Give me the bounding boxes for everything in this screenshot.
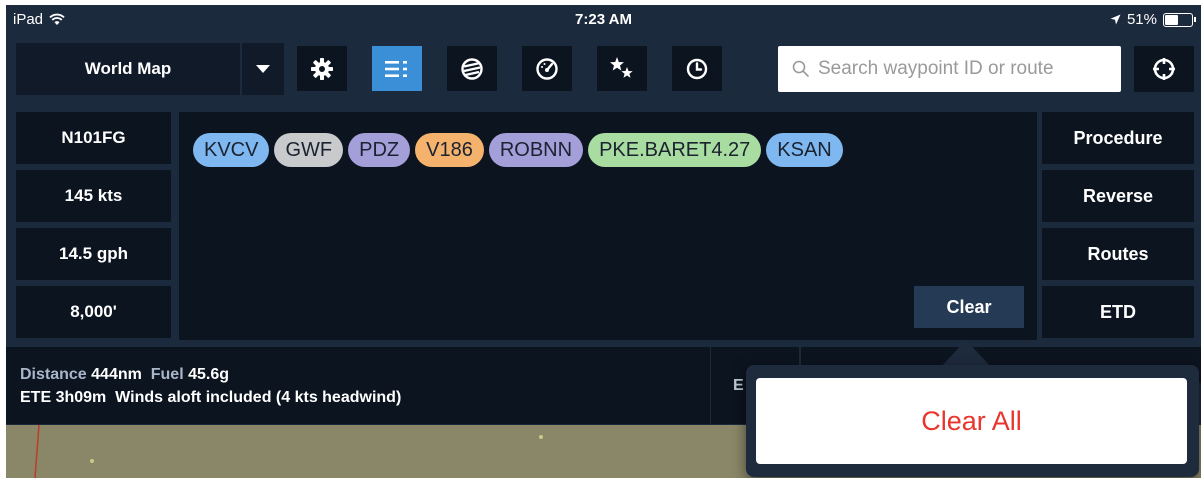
map-mode-dropdown-button[interactable] — [242, 43, 284, 95]
status-time: 7:23 AM — [575, 11, 632, 28]
app-window: iPad 7:23 AM 51% World Map Search waypoi… — [6, 5, 1201, 478]
map-mode-selector[interactable]: World Map — [16, 43, 240, 95]
waypoint-chip[interactable]: PKE.BARET4.27 — [588, 133, 762, 167]
gauge-icon — [536, 57, 558, 80]
etd-button[interactable]: ETD — [1042, 286, 1194, 338]
waypoint-chip[interactable]: PDZ — [348, 133, 411, 167]
altitude: 8,000' — [70, 302, 117, 321]
clear-all-label: Clear All — [921, 405, 1022, 436]
waypoint-list: KVCV GWF PDZ V186 ROBNN PKE.BARET4.27 KS… — [193, 133, 843, 167]
waypoint-chip[interactable]: V186 — [415, 133, 484, 167]
stars-icon — [610, 56, 633, 78]
partial-button-label: E — [733, 377, 744, 394]
popover-arrow — [940, 340, 992, 368]
clear-all-button[interactable]: Clear All — [756, 378, 1187, 464]
crosshair-icon — [1153, 58, 1175, 80]
toolbar: World Map — [6, 43, 1201, 95]
fuel-burn: 14.5 gph — [59, 244, 128, 263]
etd-button-label: ETD — [1100, 301, 1136, 322]
route-editor[interactable]: KVCV GWF PDZ V186 ROBNN PKE.BARET4.27 KS… — [179, 112, 1037, 340]
timer-button[interactable] — [672, 46, 722, 91]
instruments-button[interactable] — [522, 46, 572, 91]
globe-icon — [461, 57, 483, 80]
battery-percent: 51% — [1126, 11, 1157, 28]
routes-button[interactable]: Routes — [1042, 228, 1194, 280]
reverse-button-label: Reverse — [1082, 185, 1154, 206]
ete-label: ETE — [20, 389, 52, 406]
caret-down-icon — [256, 65, 270, 73]
cruise-speed: 145 kts — [64, 186, 123, 205]
clear-button-label: Clear — [946, 296, 992, 317]
routes-button-label: Routes — [1087, 243, 1149, 264]
waypoint-chip[interactable]: KSAN — [766, 133, 843, 167]
battery-fill — [1165, 14, 1178, 25]
summary-line-2: ETE 3h09m Winds aloft included (4 kts he… — [20, 386, 710, 409]
procedure-button-label: Procedure — [1073, 127, 1163, 148]
waypoint-chip[interactable]: ROBNN — [488, 133, 584, 167]
winds-note: Winds aloft included (4 kts headwind) — [115, 389, 402, 406]
cruise-speed-cell[interactable]: 145 kts — [16, 170, 171, 222]
distance-label: Distance — [20, 366, 87, 383]
clear-all-popover: Clear All — [746, 365, 1199, 477]
clear-button[interactable]: Clear — [914, 286, 1024, 328]
gear-icon — [311, 57, 333, 80]
aircraft-tail-cell[interactable]: N101FG — [16, 112, 171, 164]
route-summary: Distance 444nm Fuel 45.6g ETE 3h09m Wind… — [6, 347, 710, 424]
distance-value: 444nm — [91, 366, 142, 383]
fuel-label: Fuel — [150, 366, 184, 383]
search-box[interactable] — [778, 46, 1121, 92]
fuel-burn-cell[interactable]: 14.5 gph — [16, 228, 171, 280]
status-bar: iPad 7:23 AM 51% — [6, 5, 1201, 35]
summary-line-1: Distance 444nm Fuel 45.6g — [20, 363, 710, 386]
status-right: 51% — [1110, 11, 1196, 28]
flight-plan-list-button[interactable] — [372, 46, 422, 91]
settings-button[interactable] — [297, 46, 347, 91]
favorites-button[interactable] — [597, 46, 647, 91]
aircraft-tail: N101FG — [61, 128, 126, 147]
airport-info-button[interactable] — [447, 46, 497, 91]
fuel-value: 45.6g — [188, 366, 230, 383]
altitude-cell[interactable]: 8,000' — [16, 286, 171, 338]
procedure-button[interactable]: Procedure — [1042, 112, 1194, 164]
reverse-button[interactable]: Reverse — [1042, 170, 1194, 222]
waypoint-chip[interactable]: KVCV — [193, 133, 270, 167]
list-icon — [385, 60, 407, 77]
search-input[interactable] — [818, 58, 1108, 80]
location-arrow-icon — [1110, 14, 1121, 25]
map-mode-label: World Map — [84, 59, 172, 78]
search-icon — [792, 60, 810, 78]
locate-button[interactable] — [1134, 46, 1194, 92]
clock-icon — [686, 58, 708, 79]
battery-icon — [1163, 12, 1196, 27]
ete-value: 3h09m — [55, 389, 107, 406]
waypoint-chip[interactable]: GWF — [274, 133, 344, 167]
